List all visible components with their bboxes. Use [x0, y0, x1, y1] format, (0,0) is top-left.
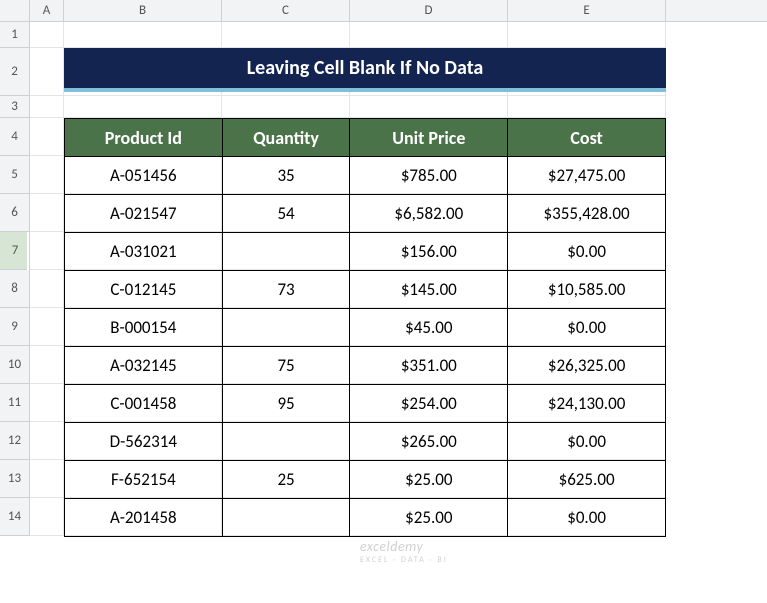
row-header-12[interactable]: 12 [0, 422, 29, 460]
table-row: A-03214575$351.00$26,325.00 [65, 347, 666, 385]
cell-product-id[interactable]: B-000154 [65, 309, 223, 347]
table-row: D-562314 $265.00$0.00 [65, 423, 666, 461]
cell-quantity[interactable]: 35 [222, 157, 350, 195]
row-header-1[interactable]: 1 [0, 22, 29, 48]
cell-cost[interactable]: $355,428.00 [508, 195, 666, 233]
cell-cost[interactable]: $0.00 [508, 423, 666, 461]
table-row: C-01214573$145.00$10,585.00 [65, 271, 666, 309]
spreadsheet: A B C D E 1 2 3 4 5 6 7 8 9 10 11 12 13 … [0, 0, 767, 536]
cell-cost[interactable]: $27,475.00 [508, 157, 666, 195]
header-cost[interactable]: Cost [508, 119, 666, 157]
watermark-text: exceldemy [360, 538, 423, 555]
sheet-title[interactable]: Leaving Cell Blank If No Data [64, 48, 666, 92]
row-header-14[interactable]: 14 [0, 498, 29, 536]
col-header-C[interactable]: C [222, 0, 350, 21]
col-header-A[interactable]: A [30, 0, 64, 21]
cell-quantity[interactable]: 75 [222, 347, 350, 385]
row-header-5[interactable]: 5 [0, 156, 29, 194]
cell-product-id[interactable]: C-012145 [65, 271, 223, 309]
cell-quantity[interactable]: 54 [222, 195, 350, 233]
cell-unit-price[interactable]: $25.00 [350, 461, 508, 499]
cell-quantity[interactable] [222, 233, 350, 271]
cell-quantity[interactable] [222, 499, 350, 537]
cell-product-id[interactable]: A-031021 [65, 233, 223, 271]
table-row: F-65215425$25.00$625.00 [65, 461, 666, 499]
cell-cost[interactable]: $0.00 [508, 233, 666, 271]
table-row: A-05145635$785.00$27,475.00 [65, 157, 666, 195]
row-header-7[interactable]: 7 [0, 232, 27, 270]
cell-unit-price[interactable]: $25.00 [350, 499, 508, 537]
header-product-id[interactable]: Product Id [65, 119, 223, 157]
table-row: C-00145895$254.00$24,130.00 [65, 385, 666, 423]
cell-unit-price[interactable]: $6,582.00 [350, 195, 508, 233]
cell-quantity[interactable]: 95 [222, 385, 350, 423]
cell-cost[interactable]: $10,585.00 [508, 271, 666, 309]
cell-product-id[interactable]: A-032145 [65, 347, 223, 385]
select-all-corner[interactable] [0, 0, 30, 21]
col-header-E[interactable]: E [508, 0, 666, 21]
col-header-D[interactable]: D [350, 0, 508, 21]
cell-product-id[interactable]: A-051456 [65, 157, 223, 195]
cell-unit-price[interactable]: $145.00 [350, 271, 508, 309]
cell-cost[interactable]: $0.00 [508, 499, 666, 537]
cell-unit-price[interactable]: $156.00 [350, 233, 508, 271]
cell-product-id[interactable]: C-001458 [65, 385, 223, 423]
header-row: Product Id Quantity Unit Price Cost [65, 119, 666, 157]
cell-product-id[interactable]: A-201458 [65, 499, 223, 537]
cell-quantity[interactable] [222, 309, 350, 347]
table-body: A-05145635$785.00$27,475.00A-02154754$6,… [65, 157, 666, 537]
row-header-9[interactable]: 9 [0, 308, 29, 346]
cell-unit-price[interactable]: $351.00 [350, 347, 508, 385]
row-header-10[interactable]: 10 [0, 346, 29, 384]
data-table: Product Id Quantity Unit Price Cost A-05… [64, 118, 666, 537]
cell-cost[interactable]: $625.00 [508, 461, 666, 499]
row-header-3[interactable]: 3 [0, 96, 29, 118]
cell-cost[interactable]: $24,130.00 [508, 385, 666, 423]
cell-quantity[interactable] [222, 423, 350, 461]
cell-product-id[interactable]: D-562314 [65, 423, 223, 461]
table-row: B-000154 $45.00$0.00 [65, 309, 666, 347]
row-header-6[interactable]: 6 [0, 194, 29, 232]
watermark-subtext: EXCEL · DATA · BI [360, 555, 448, 565]
header-quantity[interactable]: Quantity [222, 119, 350, 157]
watermark: exceldemy EXCEL · DATA · BI [360, 538, 448, 565]
table-row: A-02154754$6,582.00$355,428.00 [65, 195, 666, 233]
cell-quantity[interactable]: 73 [222, 271, 350, 309]
cell-product-id[interactable]: A-021547 [65, 195, 223, 233]
row-header-11[interactable]: 11 [0, 384, 29, 422]
table-row: A-201458 $25.00$0.00 [65, 499, 666, 537]
table-row: A-031021 $156.00$0.00 [65, 233, 666, 271]
cell-unit-price[interactable]: $254.00 [350, 385, 508, 423]
row-header-4[interactable]: 4 [0, 118, 29, 156]
cell-unit-price[interactable]: $45.00 [350, 309, 508, 347]
row-header-13[interactable]: 13 [0, 460, 29, 498]
row-headers: 1 2 3 4 5 6 7 8 9 10 11 12 13 14 [0, 22, 30, 536]
column-headers: A B C D E [0, 0, 767, 22]
col-header-B[interactable]: B [64, 0, 222, 21]
row-header-8[interactable]: 8 [0, 270, 29, 308]
cell-unit-price[interactable]: $785.00 [350, 157, 508, 195]
cell-quantity[interactable]: 25 [222, 461, 350, 499]
cell-grid[interactable]: Leaving Cell Blank If No Data Product Id… [30, 22, 767, 536]
cell-cost[interactable]: $0.00 [508, 309, 666, 347]
cell-product-id[interactable]: F-652154 [65, 461, 223, 499]
row-header-2[interactable]: 2 [0, 48, 29, 96]
cell-unit-price[interactable]: $265.00 [350, 423, 508, 461]
header-unit-price[interactable]: Unit Price [350, 119, 508, 157]
cell-cost[interactable]: $26,325.00 [508, 347, 666, 385]
